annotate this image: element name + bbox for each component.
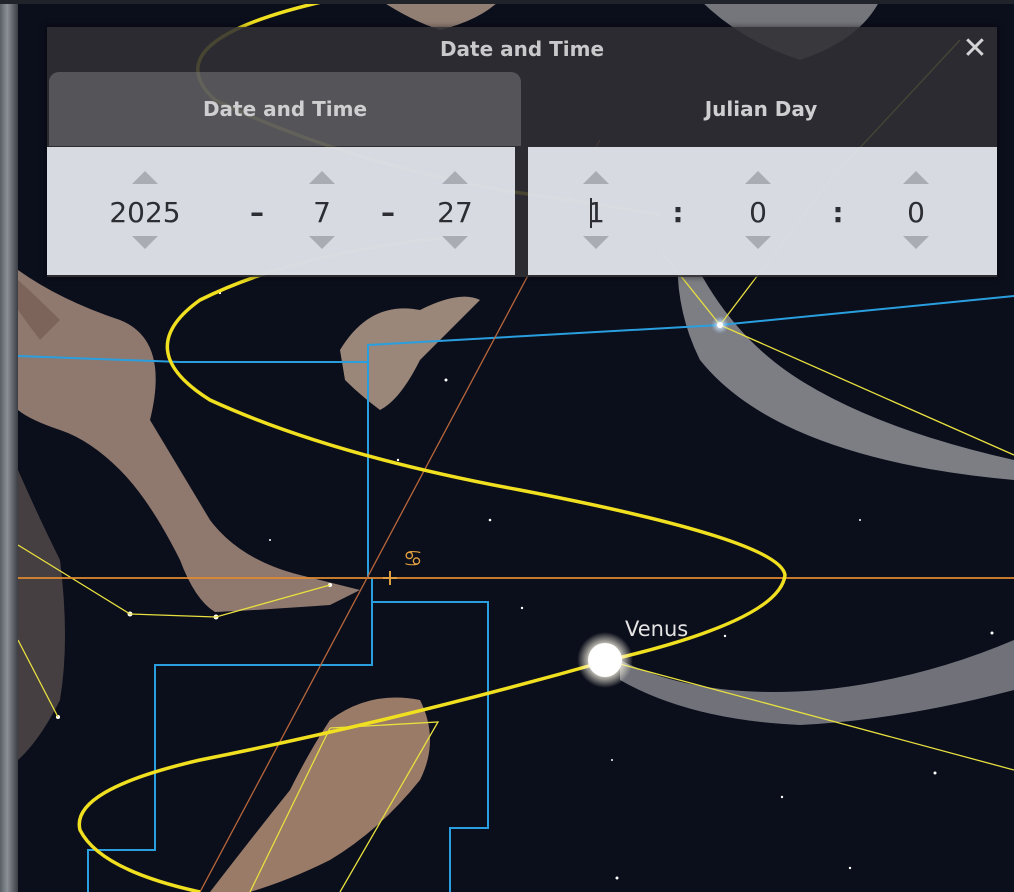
venus-planet [588, 643, 622, 677]
date-time-dialog: Date and Time ✕ Date and Time Julian Day… [47, 27, 997, 277]
second-value[interactable]: 0 [871, 193, 961, 233]
chevron-down-icon[interactable] [309, 236, 335, 249]
chevron-up-icon[interactable] [309, 171, 335, 184]
year-value[interactable]: 2025 [100, 193, 190, 233]
minute-spinbox[interactable]: 0 [713, 147, 803, 275]
chevron-down-icon[interactable] [745, 236, 771, 249]
date-separator: – [381, 196, 395, 229]
tab-julian-day[interactable]: Julian Day [525, 72, 997, 146]
tab-date-and-time[interactable]: Date and Time [49, 72, 521, 146]
chevron-down-icon[interactable] [132, 236, 158, 249]
dialog-title: Date and Time [439, 37, 605, 61]
close-icon[interactable]: ✕ [957, 31, 993, 67]
date-separator: – [250, 196, 264, 229]
left-edge-strip [0, 0, 18, 892]
time-separator: : [832, 196, 844, 229]
text-cursor [590, 198, 592, 228]
date-panel: 2025 – 7 – 27 [47, 147, 515, 275]
day-value[interactable]: 27 [410, 193, 500, 233]
chevron-up-icon[interactable] [903, 171, 929, 184]
second-spinbox[interactable]: 0 [871, 147, 961, 275]
day-spinbox[interactable]: 27 [410, 147, 500, 275]
top-border [0, 0, 1014, 4]
time-separator: : [672, 196, 684, 229]
month-value[interactable]: 7 [277, 193, 367, 233]
chevron-down-icon[interactable] [442, 236, 468, 249]
minute-value[interactable]: 0 [713, 193, 803, 233]
cancer-zodiac-icon: ♋ [403, 547, 423, 572]
month-spinbox[interactable]: 7 [277, 147, 367, 275]
hour-spinbox[interactable]: 1 [551, 147, 641, 275]
chevron-up-icon[interactable] [745, 171, 771, 184]
time-panel: 1 : 0 : 0 [528, 147, 997, 275]
hour-value[interactable]: 1 [551, 193, 641, 233]
chevron-up-icon[interactable] [442, 171, 468, 184]
year-spinbox[interactable]: 2025 [100, 147, 190, 275]
chevron-up-icon[interactable] [583, 171, 609, 184]
chevron-up-icon[interactable] [132, 171, 158, 184]
chevron-down-icon[interactable] [583, 236, 609, 249]
chevron-down-icon[interactable] [903, 236, 929, 249]
venus-label[interactable]: Venus [625, 617, 688, 641]
